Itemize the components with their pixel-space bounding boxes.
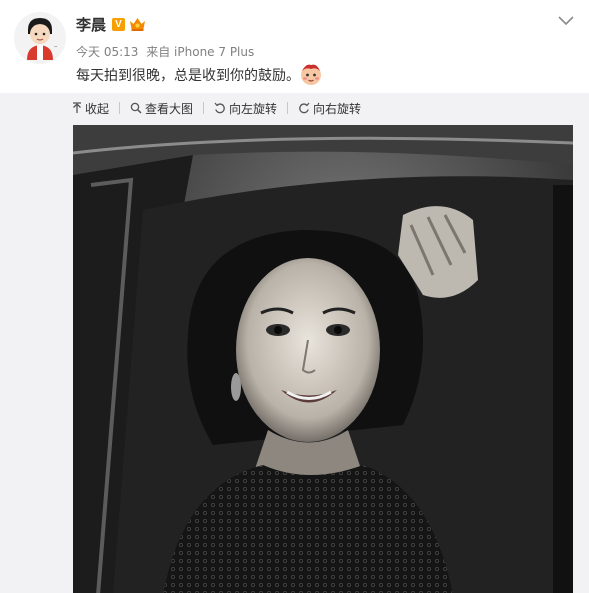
rotate-right-label: 向右旋转 <box>313 101 362 116</box>
rotate-left-label: 向左旋转 <box>229 101 278 116</box>
view-large-label: 查看大图 <box>145 101 194 116</box>
post-photo[interactable] <box>73 125 573 593</box>
post-text: 每天拍到很晚，总是收到你的鼓励。 <box>76 68 300 84</box>
verified-badge[interactable]: V <box>112 18 125 31</box>
weibo-post: ~ 李晨 V 今天 05:13 来自 iPhone 7 Plus 每天拍到很晚，… <box>0 0 589 593</box>
collapse-icon <box>73 102 81 113</box>
chevron-down-icon[interactable] <box>555 12 577 30</box>
post-meta: 今天 05:13 来自 iPhone 7 Plus <box>76 45 254 60</box>
post-source: 来自 iPhone 7 Plus <box>146 45 255 59</box>
emoji-icon <box>298 61 324 87</box>
collapse-button[interactable]: 收起 <box>72 100 109 117</box>
media-panel: 收起 查看大图 向左旋转 向右旋转 <box>0 93 589 593</box>
rotate-left-icon <box>214 102 225 114</box>
collapse-label: 收起 <box>85 101 110 116</box>
username[interactable]: 李晨 <box>76 16 106 34</box>
toolbar-divider <box>287 102 289 114</box>
member-crown-icon[interactable] <box>129 16 146 32</box>
view-large-button[interactable]: 查看大图 <box>130 100 193 117</box>
media-toolbar: 收起 查看大图 向左旋转 向右旋转 <box>72 99 371 117</box>
rotate-left-button[interactable]: 向左旋转 <box>214 100 277 117</box>
rotate-right-icon <box>299 102 310 114</box>
zoom-icon <box>130 102 142 114</box>
post-time[interactable]: 今天 05:13 <box>76 45 138 59</box>
toolbar-divider <box>203 102 205 114</box>
toolbar-divider <box>119 102 121 114</box>
rotate-right-button[interactable]: 向右旋转 <box>298 100 361 117</box>
avatar[interactable]: ~ <box>14 12 66 64</box>
svg-text:~: ~ <box>54 44 57 49</box>
